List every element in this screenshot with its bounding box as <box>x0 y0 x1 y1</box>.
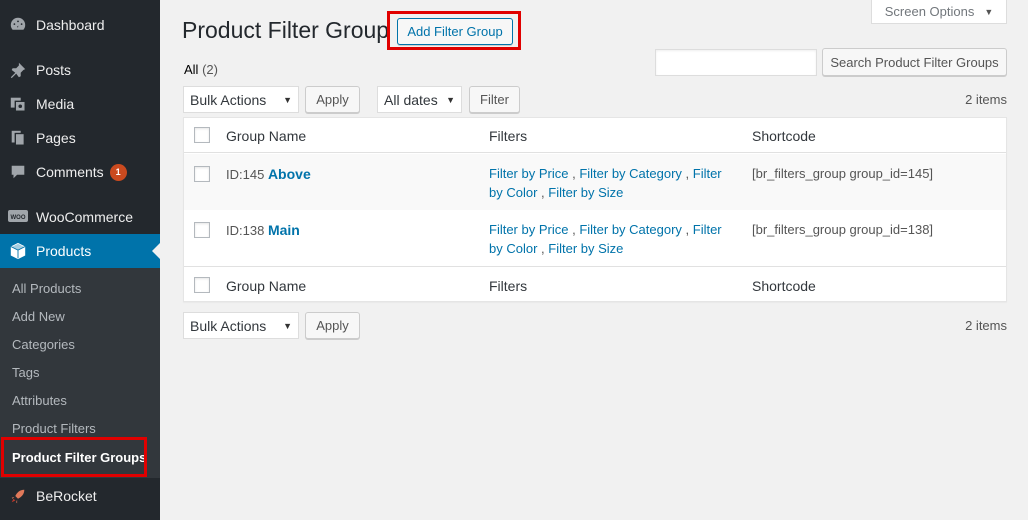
filter-link[interactable]: Filter by Price <box>489 222 568 237</box>
sidebar-item-label: Products <box>36 243 92 259</box>
sidebar-item-woocommerce[interactable]: WOO WooCommerce <box>0 200 160 234</box>
column-header-group-name[interactable]: Group Name <box>226 128 306 144</box>
sidebar-item-comments[interactable]: Comments 1 <box>0 155 160 189</box>
items-count-top: 2 items <box>965 92 1007 107</box>
pin-icon <box>8 60 28 80</box>
group-id: ID:145 <box>226 167 265 182</box>
submenu-categories[interactable]: Categories <box>12 337 75 352</box>
sidebar-item-label: Media <box>36 96 75 112</box>
views-filter: All (2) <box>184 62 218 77</box>
products-submenu: All Products Add New Categories Tags Att… <box>0 268 160 478</box>
screen-options-label: Screen Options <box>884 4 975 19</box>
caret-down-icon: ▼ <box>984 6 994 17</box>
filter-link[interactable]: Filter by Size <box>548 185 623 200</box>
submenu-product-filter-groups[interactable]: Product Filter Groups <box>12 450 146 465</box>
search-button[interactable]: Search Product Filter Groups <box>822 48 1007 76</box>
column-footer-filters: Filters <box>489 278 528 294</box>
add-filter-group-button[interactable]: Add Filter Group <box>397 18 513 45</box>
dates-value: All dates <box>384 91 438 108</box>
view-all-link[interactable]: All <box>184 62 198 77</box>
items-count-bottom: 2 items <box>965 318 1007 333</box>
svg-text:WOO: WOO <box>11 215 26 221</box>
select-all-checkbox[interactable] <box>194 127 210 143</box>
sidebar-item-products[interactable]: Products <box>0 234 160 268</box>
group-name-cell: ID:138 Main <box>226 222 300 238</box>
sidebar-item-label: Posts <box>36 62 72 78</box>
row-checkbox[interactable] <box>194 222 210 238</box>
group-name-link[interactable]: Main <box>268 222 300 238</box>
box-icon <box>8 241 28 261</box>
page-title: Product Filter Group <box>182 17 390 43</box>
apply-button-top[interactable]: Apply <box>305 86 360 113</box>
table-header: Group Name Filters Shortcode <box>184 118 1006 153</box>
sidebar-item-berocket[interactable]: BeRocket <box>0 479 160 513</box>
pages-icon <box>8 128 28 148</box>
group-id: ID:138 <box>226 223 265 238</box>
row-checkbox[interactable] <box>194 166 210 182</box>
dashboard-icon <box>8 15 28 35</box>
submenu-add-new[interactable]: Add New <box>12 309 65 324</box>
submenu-attributes[interactable]: Attributes <box>12 393 67 408</box>
filters-cell: Filter by Price , Filter by Category , F… <box>489 166 722 200</box>
table-footer: Group Name Filters Shortcode <box>184 266 1006 301</box>
sidebar-item-label: Dashboard <box>36 17 105 33</box>
admin-sidebar: Dashboard Posts Media Pages Comments 1 W… <box>0 0 160 520</box>
filter-link[interactable]: Filter by Category <box>579 166 682 181</box>
submenu-all-products[interactable]: All Products <box>12 281 81 296</box>
column-header-shortcode: Shortcode <box>752 128 816 144</box>
sidebar-item-label: Pages <box>36 130 76 146</box>
submenu-tags[interactable]: Tags <box>12 365 39 380</box>
column-footer-shortcode: Shortcode <box>752 278 816 294</box>
filter-link[interactable]: Filter by Price <box>489 166 568 181</box>
filter-groups-table: Group Name Filters Shortcode ID:145 Abov… <box>183 117 1007 302</box>
comment-icon <box>8 162 28 182</box>
group-name-link[interactable]: Above <box>268 166 311 182</box>
caret-down-icon: ▼ <box>283 321 292 331</box>
comments-count-badge: 1 <box>109 163 127 181</box>
bulk-actions-select-top[interactable]: Bulk Actions ▼ <box>183 86 299 113</box>
apply-button-bottom[interactable]: Apply <box>305 312 360 339</box>
sidebar-item-media[interactable]: Media <box>0 87 160 121</box>
sidebar-item-pages[interactable]: Pages <box>0 121 160 155</box>
sidebar-item-label: WooCommerce <box>36 209 133 225</box>
filter-button[interactable]: Filter <box>469 86 520 113</box>
filter-link[interactable]: Filter by Category <box>579 222 682 237</box>
woo-icon: WOO <box>8 207 28 227</box>
table-row: ID:138 Main Filter by Price , Filter by … <box>184 210 1006 266</box>
caret-down-icon: ▼ <box>283 95 292 105</box>
select-all-checkbox-bottom[interactable] <box>194 277 210 293</box>
group-name-cell: ID:145 Above <box>226 166 311 182</box>
shortcode-cell: [br_filters_group group_id=138] <box>752 222 934 237</box>
sidebar-item-dashboard[interactable]: Dashboard <box>0 8 160 42</box>
table-row: ID:145 Above Filter by Price , Filter by… <box>184 154 1006 210</box>
bulk-actions-select-bottom[interactable]: Bulk Actions ▼ <box>183 312 299 339</box>
shortcode-cell: [br_filters_group group_id=145] <box>752 166 934 181</box>
search-input[interactable] <box>655 49 817 76</box>
sidebar-item-posts[interactable]: Posts <box>0 53 160 87</box>
dates-select[interactable]: All dates ▼ <box>377 86 462 113</box>
caret-down-icon: ▼ <box>446 95 455 105</box>
sidebar-item-label: Comments <box>36 164 104 180</box>
screen-options-button[interactable]: Screen Options ▼ <box>871 0 1007 24</box>
filters-cell: Filter by Price , Filter by Category , F… <box>489 222 722 256</box>
media-icon <box>8 94 28 114</box>
sidebar-item-label: BeRocket <box>36 488 97 504</box>
column-header-filters: Filters <box>489 128 528 144</box>
column-footer-group-name[interactable]: Group Name <box>226 278 306 294</box>
bulk-actions-value: Bulk Actions <box>190 317 267 334</box>
filter-link[interactable]: Filter by Size <box>548 241 623 256</box>
submenu-product-filters[interactable]: Product Filters <box>12 421 96 436</box>
rocket-icon <box>8 486 28 506</box>
bulk-actions-value: Bulk Actions <box>190 91 267 108</box>
view-all-count: (2) <box>202 62 218 77</box>
